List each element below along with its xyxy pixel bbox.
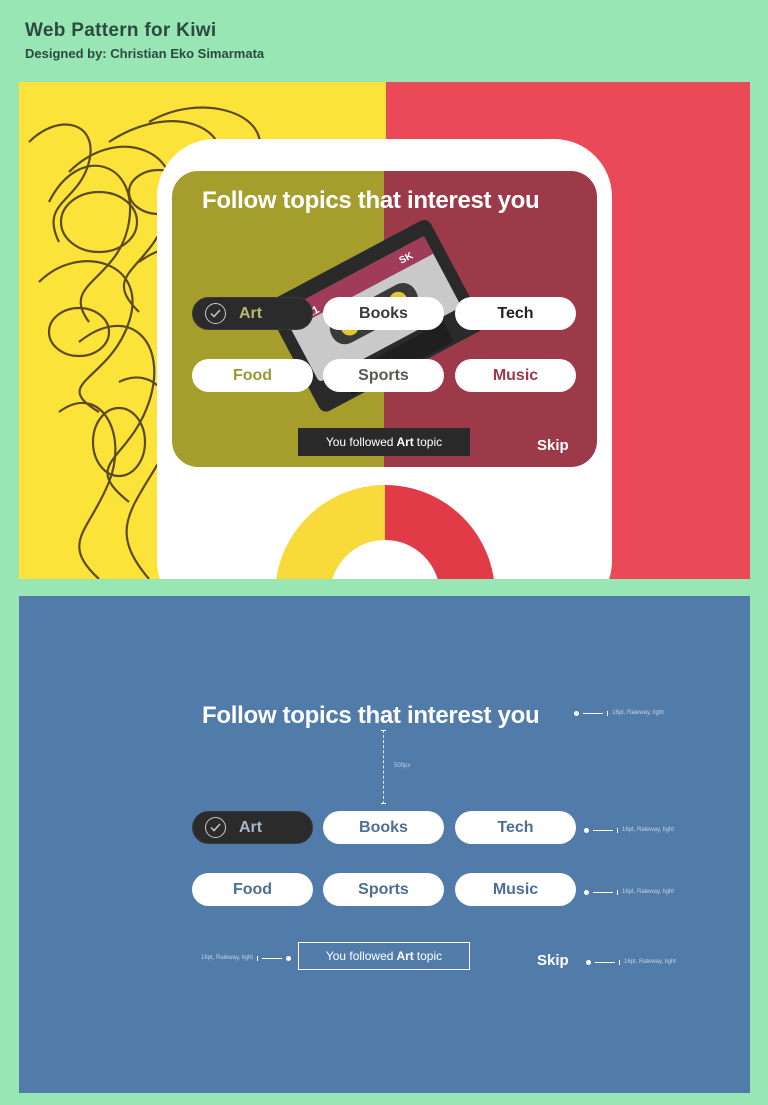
topic-label: Tech bbox=[497, 304, 534, 322]
topic-screen: 06X1 SK Follow topics that interest you … bbox=[172, 171, 597, 467]
topic-food-button[interactable]: Food bbox=[192, 873, 313, 906]
topic-label: Books bbox=[359, 818, 408, 836]
topic-label: Tech bbox=[497, 818, 534, 836]
topic-tech-button[interactable]: Tech bbox=[455, 297, 576, 330]
topic-label: Sports bbox=[358, 366, 409, 384]
spacing-measure bbox=[381, 730, 386, 804]
topic-label: Books bbox=[359, 304, 408, 322]
follow-toast: You followed Art topic bbox=[298, 428, 470, 456]
topic-sports-button[interactable]: Sports bbox=[323, 873, 444, 906]
skip-spec-annotation: 16pt, Raleway, light bbox=[586, 959, 676, 965]
click-wheel[interactable] bbox=[275, 485, 495, 579]
headline: Follow topics that interest you bbox=[202, 187, 540, 214]
topic-label: Music bbox=[492, 366, 539, 384]
topic-sports-button[interactable]: Sports bbox=[323, 359, 444, 392]
spacing-label: 500px bbox=[394, 763, 411, 769]
page-title: Web Pattern for Kiwi bbox=[25, 20, 217, 41]
topic-art-button[interactable]: Art bbox=[192, 297, 313, 330]
topic-label: Art bbox=[239, 304, 263, 322]
skip-button[interactable]: Skip bbox=[537, 952, 569, 969]
topic-music-button[interactable]: Music bbox=[455, 873, 576, 906]
topic-label: Food bbox=[232, 880, 273, 898]
device-frame: 06X1 SK Follow topics that interest you … bbox=[157, 139, 612, 579]
mockup-panel: 06X1 SK Follow topics that interest you … bbox=[19, 82, 750, 579]
topic-books-button[interactable]: Books bbox=[323, 297, 444, 330]
follow-toast: You followed Art topic bbox=[298, 942, 470, 970]
topic-music-button[interactable]: Music bbox=[455, 359, 576, 392]
page-subtitle: Designed by: Christian Eko Simarmata bbox=[25, 46, 265, 61]
topic-label: Music bbox=[492, 880, 539, 898]
center-button[interactable] bbox=[330, 540, 440, 579]
topic-label: Food bbox=[232, 366, 273, 384]
page-header: Web Pattern for Kiwi Designed by: Christ… bbox=[25, 20, 264, 61]
row1-spec-annotation: 16pt, Raleway, light bbox=[584, 827, 674, 833]
headline-spec-annotation: 16pt, Raleway, light bbox=[574, 710, 664, 716]
topic-art-button[interactable]: Art bbox=[192, 811, 313, 844]
check-icon bbox=[205, 817, 226, 838]
skip-button[interactable]: Skip bbox=[537, 437, 569, 454]
toast-spec-annotation: 16pt, Raleway, light bbox=[201, 955, 291, 961]
spec-panel: Follow topics that interest you 16pt, Ra… bbox=[19, 596, 750, 1093]
row2-spec-annotation: 16pt, Raleway, light bbox=[584, 889, 674, 895]
check-icon bbox=[205, 303, 226, 324]
topic-books-button[interactable]: Books bbox=[323, 811, 444, 844]
topic-label: Art bbox=[239, 818, 263, 836]
topic-label: Sports bbox=[358, 880, 409, 898]
topic-food-button[interactable]: Food bbox=[192, 359, 313, 392]
topic-tech-button[interactable]: Tech bbox=[455, 811, 576, 844]
headline: Follow topics that interest you bbox=[202, 702, 540, 729]
